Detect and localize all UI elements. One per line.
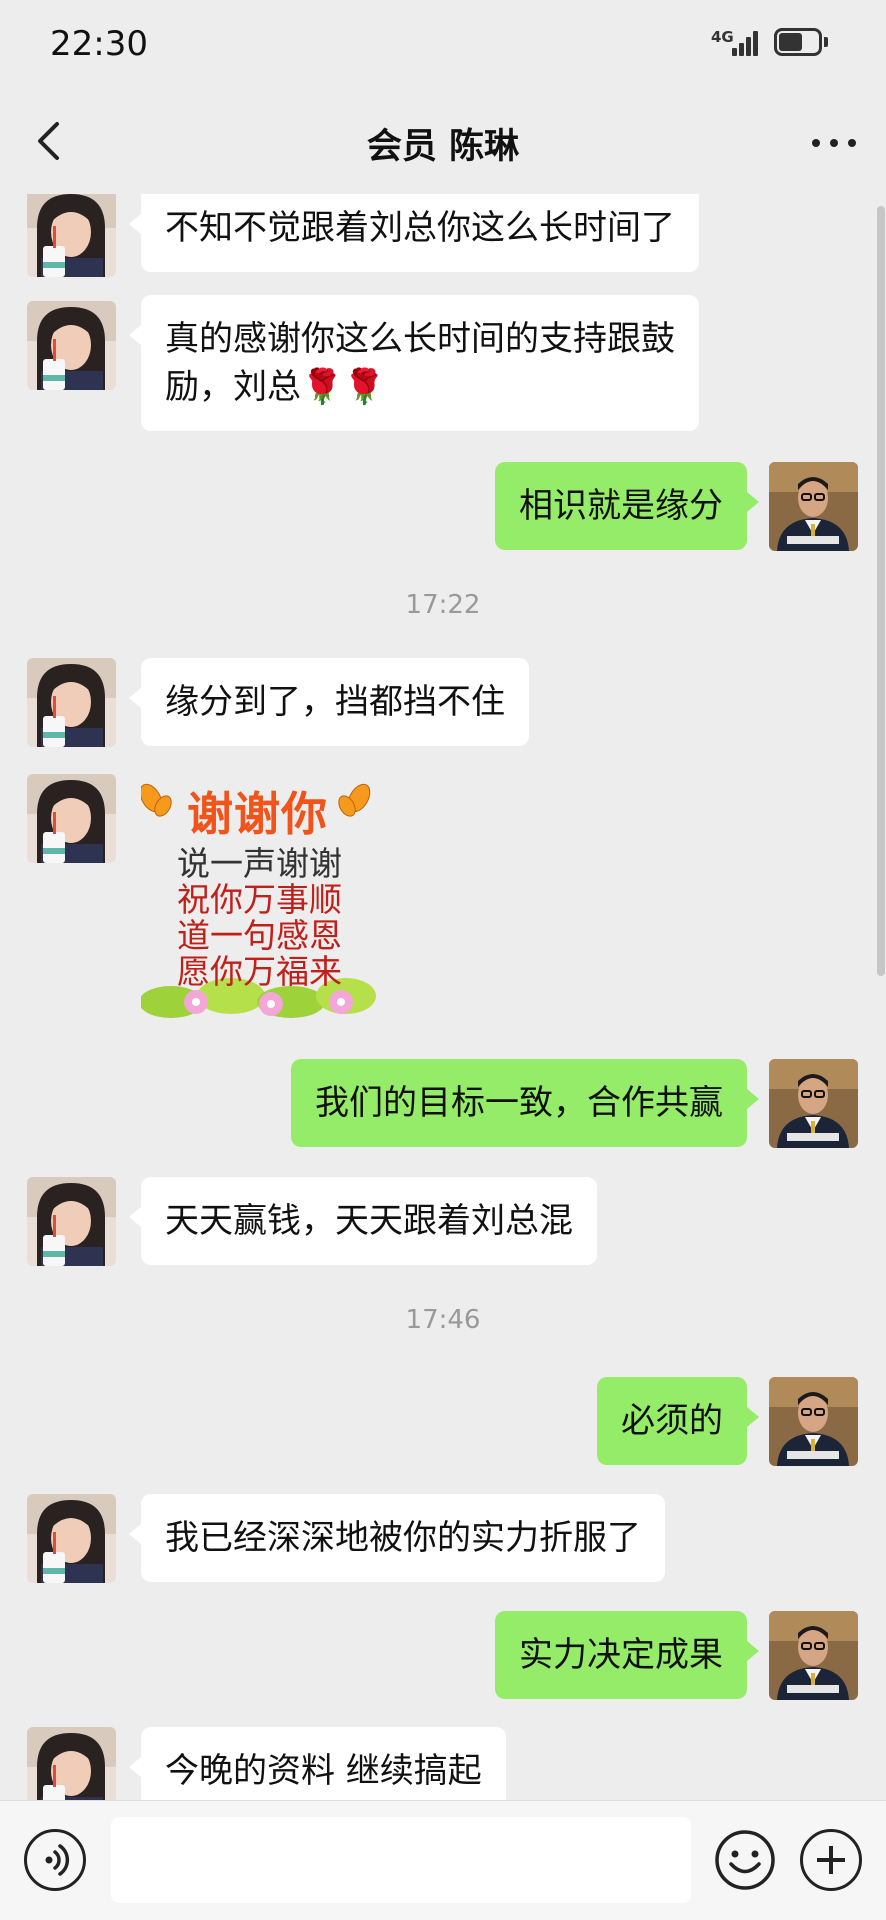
sticker-line: 愿你万福来 bbox=[177, 952, 342, 991]
thank-you-sticker[interactable]: 谢谢你 说一声谢谢 祝你万事顺 道一句感恩 愿你万福来 bbox=[141, 774, 401, 1024]
outgoing-message[interactable]: 我们的目标一致，合作共赢 bbox=[291, 1059, 759, 1147]
contact-avatar[interactable] bbox=[27, 774, 116, 863]
plus-icon[interactable] bbox=[800, 1829, 862, 1891]
timestamp: 17:46 bbox=[405, 1305, 481, 1335]
incoming-message[interactable]: 天天赢钱，天天跟着刘总混 bbox=[129, 1177, 597, 1265]
status-time: 22:30 bbox=[50, 24, 148, 64]
sticker-line: 道一句感恩 bbox=[177, 916, 342, 955]
contact-avatar[interactable] bbox=[27, 194, 116, 277]
input-bar bbox=[0, 1800, 886, 1920]
contact-avatar[interactable] bbox=[27, 1177, 116, 1266]
incoming-message[interactable]: 我已经深深地被你的实力折服了 bbox=[129, 1494, 665, 1582]
nav-bar: 会员 陈琳 bbox=[0, 90, 886, 194]
chat-title: 会员 陈琳 bbox=[366, 127, 520, 167]
incoming-message[interactable]: 不知不觉跟着刘总你这么长时间了 bbox=[129, 194, 699, 272]
message-list[interactable]: 不知不觉跟着刘总你这么长时间了 真的感谢你这么长时间的支持跟鼓 励，刘总🌹🌹 相… bbox=[0, 194, 886, 1800]
my-avatar[interactable] bbox=[769, 1611, 858, 1700]
chat-screen: 22:30 4G 会员 陈琳 不知不觉跟着刘总你这么长时间了 真的感谢你这么长时… bbox=[0, 0, 886, 1920]
contact-avatar[interactable] bbox=[27, 1727, 116, 1800]
timestamp: 17:22 bbox=[405, 590, 481, 620]
battery-icon bbox=[774, 28, 828, 56]
signal-icon bbox=[728, 30, 762, 56]
more-dots-icon[interactable] bbox=[806, 116, 862, 168]
emoji-icon[interactable] bbox=[714, 1829, 776, 1891]
incoming-message[interactable]: 缘分到了，挡都挡不住 bbox=[129, 658, 529, 746]
voice-icon[interactable] bbox=[24, 1829, 86, 1891]
message-input[interactable] bbox=[111, 1817, 691, 1903]
sticker-line: 祝你万事顺 bbox=[177, 880, 342, 919]
incoming-message[interactable]: 今晚的资料 继续搞起 bbox=[129, 1727, 506, 1800]
outgoing-message[interactable]: 相识就是缘分 bbox=[495, 462, 759, 550]
outgoing-message[interactable]: 实力决定成果 bbox=[495, 1611, 759, 1699]
my-avatar[interactable] bbox=[769, 1059, 858, 1148]
sticker-line: 说一声谢谢 bbox=[177, 844, 342, 883]
incoming-message[interactable]: 真的感谢你这么长时间的支持跟鼓 励，刘总🌹🌹 bbox=[129, 295, 699, 431]
my-avatar[interactable] bbox=[769, 462, 858, 551]
contact-avatar[interactable] bbox=[27, 1494, 116, 1583]
contact-avatar[interactable] bbox=[27, 301, 116, 390]
status-bar: 22:30 4G bbox=[0, 0, 886, 90]
sticker-title: 谢谢你 bbox=[187, 787, 328, 841]
contact-avatar[interactable] bbox=[27, 658, 116, 747]
my-avatar[interactable] bbox=[769, 1377, 858, 1466]
outgoing-message[interactable]: 必须的 bbox=[597, 1377, 759, 1465]
